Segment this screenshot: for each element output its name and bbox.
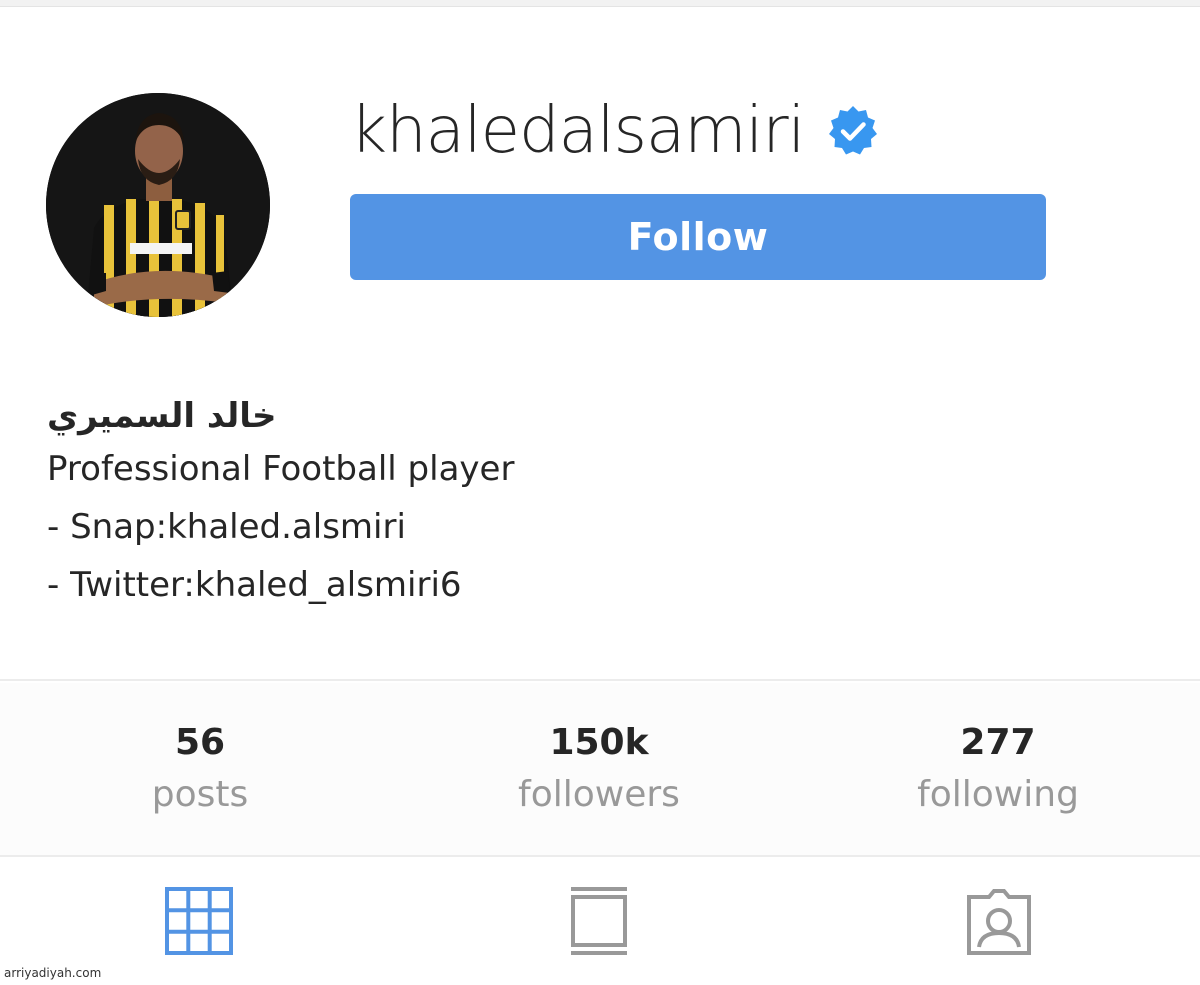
top-rule: [0, 0, 1200, 7]
feed-list-icon[interactable]: [563, 885, 635, 957]
tagged-person-icon[interactable]: [963, 885, 1035, 957]
display-name: خالد السميري: [47, 396, 277, 436]
stat-following[interactable]: 277 following: [848, 719, 1148, 823]
stats-bar: 56 posts 150k followers 277 following: [0, 683, 1200, 855]
verified-badge-icon: [829, 106, 878, 155]
username: khaledalsamiri: [350, 94, 805, 168]
posts-count: 56: [174, 722, 226, 763]
profile-tab-bar: [0, 857, 1200, 985]
posts-label: posts: [151, 774, 249, 815]
stat-followers[interactable]: 150k followers: [449, 719, 749, 823]
follow-button[interactable]: Follow: [350, 194, 1046, 280]
following-count: 277: [960, 722, 1036, 763]
following-label: following: [917, 774, 1079, 815]
bio-line-snap: - Snap:khaled.alsmiri: [47, 507, 406, 547]
profile-avatar[interactable]: [46, 93, 270, 317]
stats-top-divider: [0, 679, 1200, 681]
followers-count: 150k: [549, 722, 649, 763]
followers-label: followers: [518, 774, 680, 815]
profile-bio: خالد السميري Professional Football playe…: [47, 392, 947, 614]
stat-posts[interactable]: 56 posts: [50, 719, 350, 823]
grid-icon[interactable]: [163, 885, 235, 957]
bio-line-twitter: - Twitter:khaled_alsmiri6: [47, 565, 462, 605]
username-row: khaledalsamiri: [350, 86, 880, 176]
watermark: arriyadiyah.com: [4, 966, 102, 980]
avatar-photo: [46, 93, 270, 317]
bio-line-occupation: Professional Football player: [47, 449, 515, 489]
